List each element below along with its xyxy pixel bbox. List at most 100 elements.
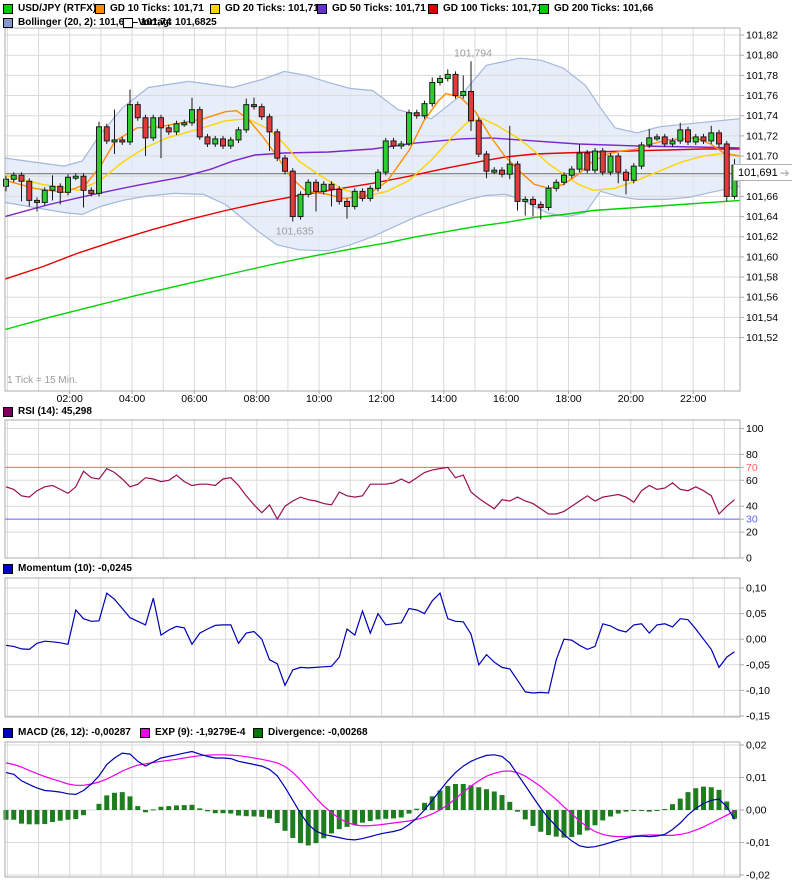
histogram-bar xyxy=(19,810,24,824)
candle xyxy=(351,190,358,207)
candle xyxy=(181,122,188,126)
histogram-bar xyxy=(267,810,272,819)
svg-text:101,82: 101,82 xyxy=(746,30,778,42)
svg-text:02:00: 02:00 xyxy=(57,393,83,405)
histogram-bar xyxy=(491,791,497,810)
histogram-bar xyxy=(344,810,350,827)
price-panel[interactable]: 101,794 101,635 xyxy=(3,27,741,392)
candle xyxy=(468,91,474,122)
histogram-bar xyxy=(460,784,466,810)
svg-text:101,62: 101,62 xyxy=(746,231,778,243)
candle xyxy=(72,175,79,179)
svg-text:14:00: 14:00 xyxy=(431,393,457,405)
histogram-bar xyxy=(398,810,404,818)
candle xyxy=(661,136,668,145)
histogram-bar xyxy=(499,795,505,810)
candle xyxy=(499,169,505,175)
histogram-bar xyxy=(631,810,637,811)
histogram-bar xyxy=(654,810,660,811)
histogram-bar xyxy=(181,805,187,810)
candle xyxy=(266,116,273,133)
candle xyxy=(522,198,529,202)
candle xyxy=(545,187,552,208)
histogram-bar xyxy=(313,810,319,844)
histogram-bar xyxy=(11,810,17,820)
histogram-bar xyxy=(305,810,311,846)
candle xyxy=(375,171,381,189)
candle xyxy=(220,138,226,147)
legend-item-gd20: GD 20 Ticks: 101,71 xyxy=(210,3,319,14)
price-marker-arrow-icon: ➔ xyxy=(779,165,790,180)
histogram-bar xyxy=(228,810,234,814)
candle xyxy=(189,109,195,124)
svg-text:101,52: 101,52 xyxy=(746,332,778,344)
svg-text:101,56: 101,56 xyxy=(746,292,778,304)
macd-panel[interactable] xyxy=(3,741,741,878)
svg-text:30: 30 xyxy=(746,514,758,526)
histogram-bar xyxy=(96,803,102,810)
legend-item-gd100: GD 100 Ticks: 101,71 xyxy=(428,3,542,14)
svg-text:80: 80 xyxy=(746,449,758,461)
tick-interval-note: 1 Tick = 15 Min. xyxy=(7,375,78,386)
svg-text:-0,01: -0,01 xyxy=(746,837,770,849)
candle xyxy=(723,143,730,197)
candle xyxy=(80,175,87,191)
svg-text:101,74: 101,74 xyxy=(746,110,778,122)
candle xyxy=(49,185,56,191)
candle xyxy=(390,140,397,147)
histogram-bar xyxy=(484,789,489,810)
legend-item-divergence: Divergence: -0,00268 xyxy=(253,727,368,738)
candle xyxy=(227,139,234,147)
candle xyxy=(134,104,141,119)
legend-item-gd10: GD 10 Ticks: 101,71 xyxy=(95,3,204,14)
candle xyxy=(630,165,637,181)
candle xyxy=(274,131,281,159)
candle xyxy=(88,189,95,194)
candle xyxy=(3,178,9,187)
candle xyxy=(421,103,428,117)
series-swatch xyxy=(3,17,13,28)
candle xyxy=(685,129,691,143)
svg-text:0,00: 0,00 xyxy=(746,805,767,817)
momentum-panel[interactable] xyxy=(4,577,741,718)
legend-item-exp: EXP (9): -1,9279E-4 xyxy=(140,727,245,738)
svg-text:60: 60 xyxy=(746,475,758,487)
candle xyxy=(18,174,25,182)
svg-text:16:00: 16:00 xyxy=(493,393,519,405)
candle xyxy=(592,150,598,171)
rsi-panel[interactable] xyxy=(4,419,741,559)
svg-text:101,78: 101,78 xyxy=(746,70,778,82)
candle xyxy=(623,171,629,181)
histogram-bar xyxy=(623,810,629,812)
candle xyxy=(305,181,312,195)
candle xyxy=(127,104,133,143)
histogram-bar xyxy=(422,802,427,810)
candle xyxy=(452,73,459,97)
svg-text:0: 0 xyxy=(746,553,752,565)
candle xyxy=(328,183,335,190)
histogram-bar xyxy=(677,798,683,810)
charts-canvas[interactable]: 101,794 101,635 101,82 101,80 101,78 101,76 10… xyxy=(0,0,792,885)
histogram-bar xyxy=(352,810,358,825)
candle xyxy=(173,123,180,133)
svg-text:101,76: 101,76 xyxy=(746,90,778,102)
svg-text:-0,15: -0,15 xyxy=(746,711,770,723)
histogram-bar xyxy=(685,792,691,810)
candle xyxy=(165,127,172,133)
candle xyxy=(282,157,288,172)
candle xyxy=(700,136,707,142)
histogram-bar xyxy=(3,810,9,820)
candle xyxy=(26,180,33,201)
svg-text:12:00: 12:00 xyxy=(368,393,394,405)
histogram-bar xyxy=(26,810,32,825)
candle xyxy=(10,174,17,180)
svg-text:101,58: 101,58 xyxy=(746,272,778,284)
candle xyxy=(142,117,149,139)
rsi-line xyxy=(5,466,735,521)
histogram-bar xyxy=(546,810,551,836)
candle xyxy=(692,136,699,143)
histogram-bar xyxy=(515,810,520,812)
histogram-bar xyxy=(158,806,164,810)
candle xyxy=(708,132,715,142)
histogram-bar xyxy=(112,792,117,810)
